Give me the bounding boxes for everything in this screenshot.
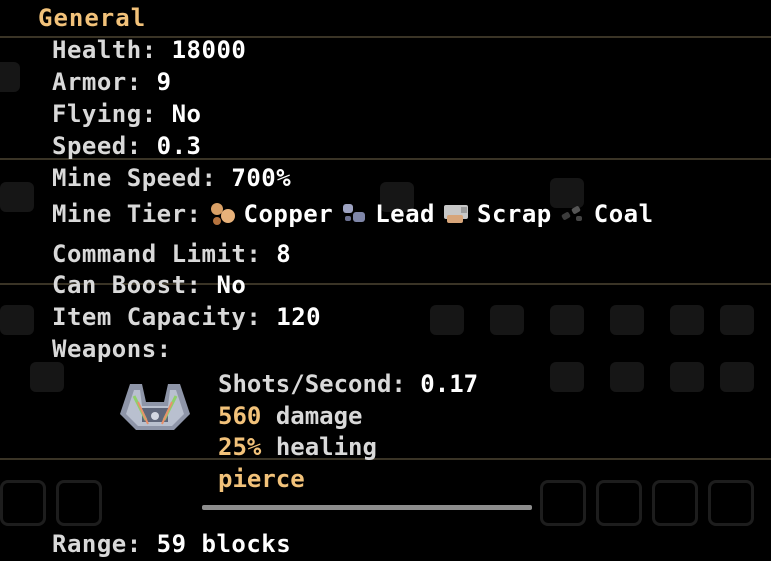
stat-value: 0.3: [156, 132, 202, 160]
stat-label: Item Capacity:: [52, 303, 262, 331]
stat-label: Can Boost:: [52, 271, 202, 299]
stat-flying: Flying: No: [52, 100, 202, 128]
stat-weapons: Weapons:: [52, 335, 172, 363]
ore-copper: Copper: [208, 200, 334, 228]
stat-label: Mine Speed:: [52, 164, 217, 192]
coal-ore-icon: [558, 201, 588, 227]
stat-command-limit: Command Limit: 8: [52, 240, 291, 268]
stat-label: Armor:: [52, 68, 142, 96]
copper-ore-icon: [208, 201, 238, 227]
section-title: General: [38, 4, 147, 32]
stat-label: Range:: [52, 530, 142, 558]
stat-label: Health:: [52, 36, 157, 64]
stat-armor: Armor: 9: [52, 68, 172, 96]
stat-value: No: [216, 271, 247, 299]
stat-value: 120: [276, 303, 322, 331]
stat-value: 18000: [171, 36, 247, 64]
scrap-ore-icon: [441, 201, 471, 227]
stat-label: Weapons:: [52, 335, 172, 363]
weapon-damage: 560 damage: [218, 402, 363, 430]
stat-health: Health: 18000: [52, 36, 246, 64]
stat-mine-speed: Mine Speed: 700%: [52, 164, 291, 192]
weapon-divider-bar: [202, 505, 532, 510]
stat-can-boost: Can Boost: No: [52, 271, 246, 299]
stat-value: 9: [156, 68, 172, 96]
weapon-turret-icon: [112, 376, 198, 436]
stat-value: 59 blocks: [156, 530, 292, 558]
ore-lead: Lead: [339, 200, 435, 228]
weapon-healing: 25% healing: [218, 433, 377, 461]
stat-range: Range: 59 blocks: [52, 530, 291, 558]
ore-coal: Coal: [558, 200, 654, 228]
stat-mine-tier: Mine Tier: Copper Lead Scrap Coal: [52, 200, 654, 228]
stat-value: No: [171, 100, 202, 128]
stat-label: Speed:: [52, 132, 142, 160]
lead-ore-icon: [339, 201, 369, 227]
stat-label: Command Limit:: [52, 240, 262, 268]
weapon-shots-per-second: Shots/Second: 0.17: [218, 370, 479, 398]
stat-value: 700%: [231, 164, 292, 192]
ore-scrap: Scrap: [441, 200, 552, 228]
stat-value: 8: [276, 240, 292, 268]
unit-stats-panel: General Health: 18000 Armor: 9 Flying: N…: [0, 0, 771, 561]
stat-item-capacity: Item Capacity: 120: [52, 303, 321, 331]
stat-label: Mine Tier:: [52, 200, 202, 228]
weapon-trait: pierce: [218, 465, 305, 493]
stat-speed: Speed: 0.3: [52, 132, 202, 160]
stat-label: Flying:: [52, 100, 157, 128]
